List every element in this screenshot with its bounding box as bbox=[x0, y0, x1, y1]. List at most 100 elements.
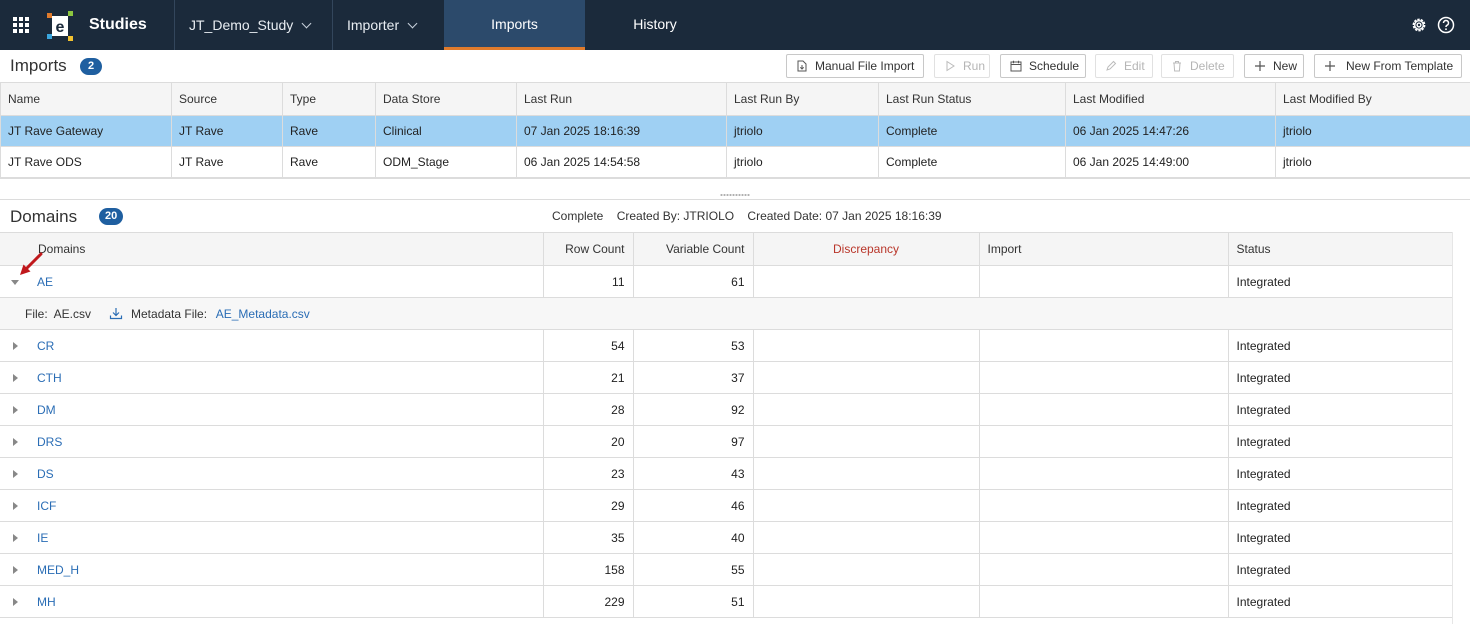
domain-link[interactable]: ICF bbox=[37, 499, 56, 513]
column-header-last-modified-by[interactable]: Last Modified By bbox=[1275, 82, 1470, 116]
metadata-file-link[interactable]: AE_Metadata.csv bbox=[216, 307, 310, 321]
caret-right-icon[interactable] bbox=[13, 374, 18, 382]
domain-link[interactable]: DRS bbox=[37, 435, 62, 449]
app-logo[interactable]: e bbox=[47, 11, 73, 41]
cell-row-count: 29 bbox=[542, 489, 633, 522]
module-dropdown-label: Importer bbox=[347, 17, 400, 33]
panel-splitter[interactable] bbox=[0, 178, 1470, 200]
caret-right-icon[interactable] bbox=[13, 342, 18, 350]
column-header-last-run[interactable]: Last Run bbox=[516, 82, 727, 116]
manual-file-import-label: Manual File Import bbox=[815, 59, 915, 73]
column-header-import[interactable]: Import bbox=[978, 232, 1228, 266]
domain-link[interactable]: MH bbox=[37, 595, 56, 609]
cell-status: Integrated bbox=[1227, 361, 1452, 394]
domain-link[interactable]: DM bbox=[37, 403, 56, 417]
cell-import bbox=[978, 265, 1228, 298]
cell-last-run-by: jtriolo bbox=[726, 115, 879, 147]
table-row[interactable]: MH 229 51 Integrated bbox=[0, 585, 1452, 618]
caret-right-icon[interactable] bbox=[13, 598, 18, 606]
column-header-variable-count[interactable]: Variable Count bbox=[632, 232, 753, 266]
column-header-data-store[interactable]: Data Store bbox=[375, 82, 517, 116]
red-arrow-icon bbox=[20, 252, 43, 275]
metadata-file-label: Metadata File: bbox=[131, 306, 208, 321]
table-row[interactable]: DM 28 92 Integrated bbox=[0, 393, 1452, 426]
imports-title: Imports bbox=[10, 56, 67, 75]
cell-status: Integrated bbox=[1227, 265, 1452, 298]
column-header-last-run-status[interactable]: Last Run Status bbox=[878, 82, 1066, 116]
new-from-template-button[interactable]: New From Template bbox=[1314, 54, 1462, 78]
domain-link[interactable]: CTH bbox=[37, 371, 62, 385]
cell-row-count: 35 bbox=[542, 521, 633, 554]
column-header-row-count[interactable]: Row Count bbox=[542, 232, 633, 266]
imports-table: Name Source Type Data Store Last Run Las… bbox=[0, 82, 1470, 178]
table-row[interactable]: DS 23 43 Integrated bbox=[0, 457, 1452, 490]
nav-divider bbox=[174, 0, 175, 50]
new-button[interactable]: New bbox=[1244, 54, 1304, 78]
table-row[interactable]: JT Rave ODS JT Rave Rave ODM_Stage 06 Ja… bbox=[0, 146, 1470, 178]
play-icon bbox=[946, 60, 955, 72]
delete-button[interactable]: Delete bbox=[1161, 54, 1234, 78]
study-dropdown-label: JT_Demo_Study bbox=[189, 17, 294, 33]
table-row[interactable]: DRS 20 97 Integrated bbox=[0, 425, 1452, 458]
apps-grid-icon[interactable] bbox=[13, 17, 29, 33]
caret-right-icon[interactable] bbox=[13, 566, 18, 574]
cell-discrepancy bbox=[752, 393, 979, 426]
table-row[interactable]: IE 35 40 Integrated bbox=[0, 521, 1452, 554]
column-header-last-modified[interactable]: Last Modified bbox=[1065, 82, 1276, 116]
drag-handle-icon[interactable] bbox=[720, 193, 750, 197]
new-label: New bbox=[1273, 59, 1298, 73]
vertical-scrollbar[interactable] bbox=[1452, 232, 1470, 624]
table-row[interactable]: JT Rave Gateway JT Rave Rave Clinical 07… bbox=[0, 115, 1470, 147]
schedule-button[interactable]: Schedule bbox=[1000, 54, 1086, 78]
caret-right-icon[interactable] bbox=[13, 406, 18, 414]
tab-imports[interactable]: Imports bbox=[444, 0, 585, 50]
domains-count-badge: 20 bbox=[99, 208, 124, 225]
domain-link[interactable]: IE bbox=[37, 531, 48, 545]
caret-right-icon[interactable] bbox=[13, 502, 18, 510]
cell-last-run-status: Complete bbox=[878, 115, 1066, 147]
table-row[interactable]: AE 11 61 Integrated bbox=[0, 265, 1452, 298]
column-header-status[interactable]: Status bbox=[1227, 232, 1452, 266]
cell-variable-count: 43 bbox=[632, 457, 753, 490]
column-header-discrepancy[interactable]: Discrepancy bbox=[752, 232, 979, 266]
cell-import bbox=[978, 361, 1228, 394]
cell-status: Integrated bbox=[1227, 457, 1452, 490]
study-dropdown[interactable]: JT_Demo_Study bbox=[189, 17, 312, 33]
download-icon[interactable] bbox=[109, 307, 123, 320]
delete-label: Delete bbox=[1190, 59, 1225, 73]
column-header-domains[interactable]: Domains bbox=[0, 232, 543, 266]
module-dropdown[interactable]: Importer bbox=[347, 17, 418, 33]
column-header-name[interactable]: Name bbox=[0, 82, 172, 116]
table-row[interactable]: ICF 29 46 Integrated bbox=[0, 489, 1452, 522]
top-navigation-bar: e Studies JT_Demo_Study Importer Imports… bbox=[0, 0, 1470, 50]
run-button[interactable]: Run bbox=[934, 54, 990, 78]
app-title[interactable]: Studies bbox=[89, 16, 147, 34]
file-label: File: bbox=[25, 306, 48, 321]
created-date-text: Created Date: 07 Jan 2025 18:16:39 bbox=[747, 209, 942, 223]
cell-variable-count: 53 bbox=[632, 329, 753, 362]
imports-count-badge: 2 bbox=[80, 58, 102, 75]
cell-source: JT Rave bbox=[171, 115, 283, 147]
caret-down-icon[interactable] bbox=[11, 280, 19, 285]
column-header-type[interactable]: Type bbox=[282, 82, 376, 116]
edit-button[interactable]: Edit bbox=[1095, 54, 1153, 78]
domain-link[interactable]: DS bbox=[37, 467, 54, 481]
caret-right-icon[interactable] bbox=[13, 438, 18, 446]
help-icon[interactable] bbox=[1437, 16, 1455, 34]
table-row[interactable]: CR 54 53 Integrated bbox=[0, 329, 1452, 362]
caret-right-icon[interactable] bbox=[13, 534, 18, 542]
table-row[interactable]: CTH 21 37 Integrated bbox=[0, 361, 1452, 394]
manual-file-import-button[interactable]: Manual File Import bbox=[786, 54, 924, 78]
caret-right-icon[interactable] bbox=[13, 470, 18, 478]
column-header-last-run-by[interactable]: Last Run By bbox=[726, 82, 879, 116]
column-header-source[interactable]: Source bbox=[171, 82, 283, 116]
cell-name: JT Rave Gateway bbox=[0, 115, 172, 147]
cell-row-count: 11 bbox=[542, 265, 633, 298]
cell-import bbox=[978, 393, 1228, 426]
domain-link[interactable]: MED_H bbox=[37, 563, 79, 577]
svg-text:e: e bbox=[56, 19, 65, 36]
settings-icon[interactable] bbox=[1410, 16, 1428, 34]
domain-link[interactable]: CR bbox=[37, 339, 54, 353]
tab-history[interactable]: History bbox=[585, 0, 725, 50]
table-row[interactable]: MED_H 158 55 Integrated bbox=[0, 553, 1452, 586]
